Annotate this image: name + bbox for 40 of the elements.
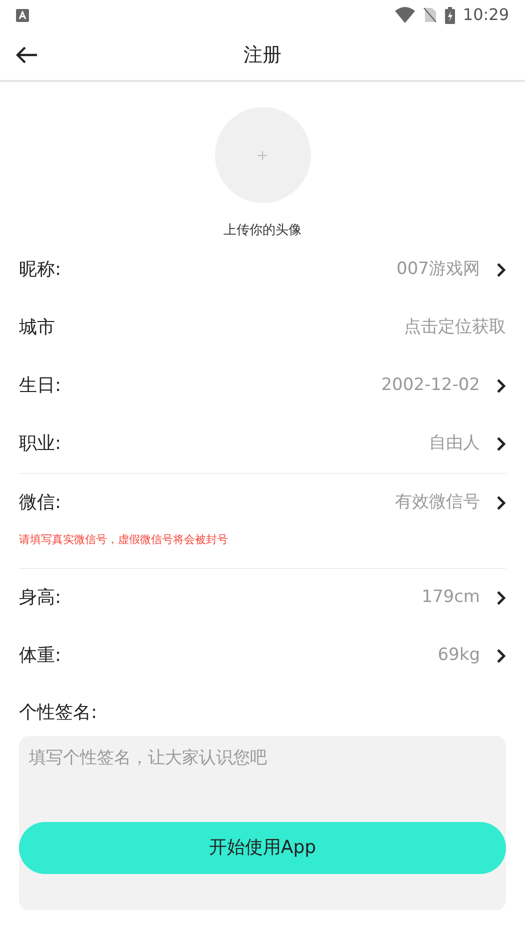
signature-label: 个性签名: [19, 702, 98, 722]
battery-charging-icon [444, 6, 455, 24]
signature-field[interactable]: 填写个性签名，让大家认识您吧 [19, 736, 506, 822]
field-label: 职业: [19, 432, 62, 456]
field-label: 体重: [19, 644, 62, 668]
back-arrow-icon [16, 46, 38, 64]
field-value: 007游戏网 [396, 258, 480, 281]
no-sim-icon [422, 7, 437, 23]
field-label: 身高: [19, 586, 62, 610]
form-row[interactable]: 身高: 179cm [19, 568, 506, 626]
field-value: 自由人 [429, 432, 480, 455]
form-row[interactable]: 职业: 自由人 [19, 414, 506, 474]
form-row[interactable]: 体重: 69kg [19, 626, 506, 684]
field-value: 2002-12-02 [381, 374, 480, 397]
chevron-right-icon [496, 494, 506, 510]
avatar-caption: 上传你的头像 [224, 222, 302, 240]
chevron-right-icon [496, 590, 506, 606]
start-button[interactable]: 开始使用App [19, 822, 506, 874]
form-row[interactable]: 城市 点击定位获取 [19, 298, 506, 356]
field-label: 生日: [19, 374, 62, 398]
chevron-right-icon [496, 378, 506, 394]
chevron-right-icon [496, 262, 506, 278]
field-value: 69kg [438, 644, 480, 667]
field-label: 昵称: [19, 258, 62, 282]
field-label: 城市 [19, 316, 55, 340]
form-row[interactable]: 生日: 2002-12-02 [19, 356, 506, 414]
field-value: 179cm [422, 586, 480, 609]
form-row[interactable]: 昵称: 007游戏网 [19, 240, 506, 298]
chevron-right-icon [496, 436, 506, 452]
field-value: 有效微信号 [395, 490, 480, 514]
field-label: 微信: [19, 491, 62, 515]
clock-time: 10:29 [462, 4, 509, 26]
field-value: 点击定位获取 [404, 316, 506, 339]
plus-icon [258, 150, 267, 160]
wifi-icon [394, 7, 415, 23]
chevron-right-icon [496, 648, 506, 664]
app-notification-icon [16, 8, 29, 22]
form-row[interactable]: 微信: 有效微信号 请填写真实微信号，虚假微信号将会被封号 [19, 474, 506, 568]
page-title: 注册 [244, 42, 282, 68]
warning-note: 请填写真实微信号，虚假微信号将会被封号 [19, 532, 228, 546]
